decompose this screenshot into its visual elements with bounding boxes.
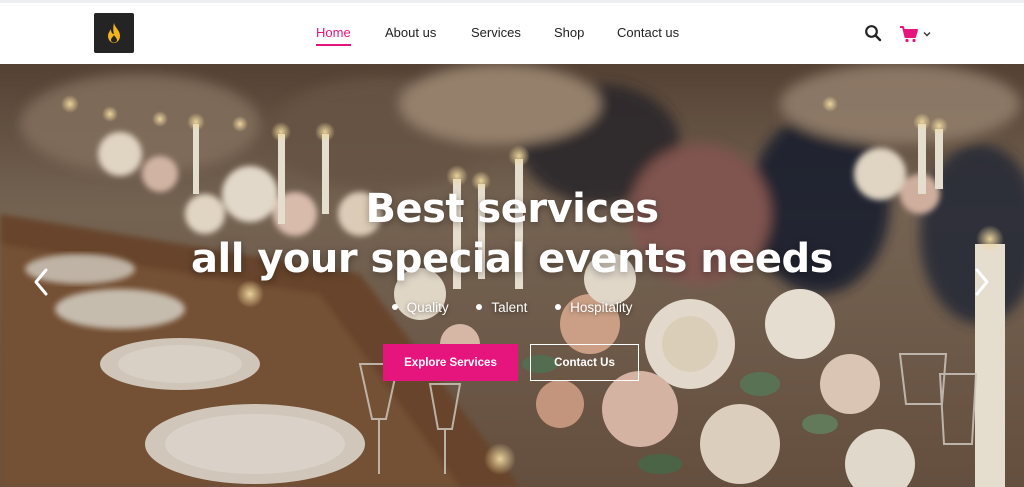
chevron-left-icon (34, 268, 48, 296)
carousel-prev-button[interactable] (29, 264, 53, 300)
explore-services-label: Explore Services (404, 356, 497, 369)
feature-label: Talent (491, 299, 528, 315)
active-nav-indicator (316, 44, 351, 46)
hero-title-line2: all your special events needs (191, 236, 833, 282)
nav-home-label: Home (316, 25, 351, 40)
search-icon (865, 25, 882, 42)
nav-home[interactable]: Home (316, 25, 351, 46)
nav-shop[interactable]: Shop (554, 25, 584, 40)
nav-contact-us[interactable]: Contact us (617, 25, 679, 40)
explore-services-button[interactable]: Explore Services (383, 344, 518, 381)
contact-us-button[interactable]: Contact Us (530, 344, 639, 381)
hero-title-line1: Best services (365, 186, 659, 232)
hero-features: Quality Talent Hospitality (0, 298, 1024, 315)
search-button[interactable] (864, 24, 882, 42)
nav-about-us-label: About us (385, 25, 437, 40)
feature-hospitality: Hospitality (555, 300, 632, 315)
nav-shop-label: Shop (554, 25, 585, 40)
hero-banner: Best services all your special events ne… (0, 64, 1024, 487)
nav-contact-us-label: Contact us (617, 25, 680, 40)
cart-button[interactable] (899, 24, 933, 44)
chevron-right-icon (975, 268, 989, 296)
feature-quality: Quality (391, 299, 449, 315)
nav-about-us[interactable]: About us (385, 25, 436, 40)
bullet-icon (391, 304, 398, 310)
feature-talent: Talent (476, 300, 527, 315)
cart-icon (900, 26, 918, 43)
chevron-down-icon (923, 32, 931, 37)
nav-services[interactable]: Services (471, 25, 521, 40)
bullet-icon (555, 304, 562, 310)
feature-label: Hospitality (570, 299, 633, 315)
feature-label: Quality (406, 299, 449, 315)
nav-services-label: Services (471, 25, 521, 40)
site-header: Home About us Services Shop Contact us (0, 3, 1024, 64)
contact-us-label: Contact Us (554, 356, 615, 369)
carousel-next-button[interactable] (970, 264, 994, 300)
bullet-icon (476, 304, 483, 310)
